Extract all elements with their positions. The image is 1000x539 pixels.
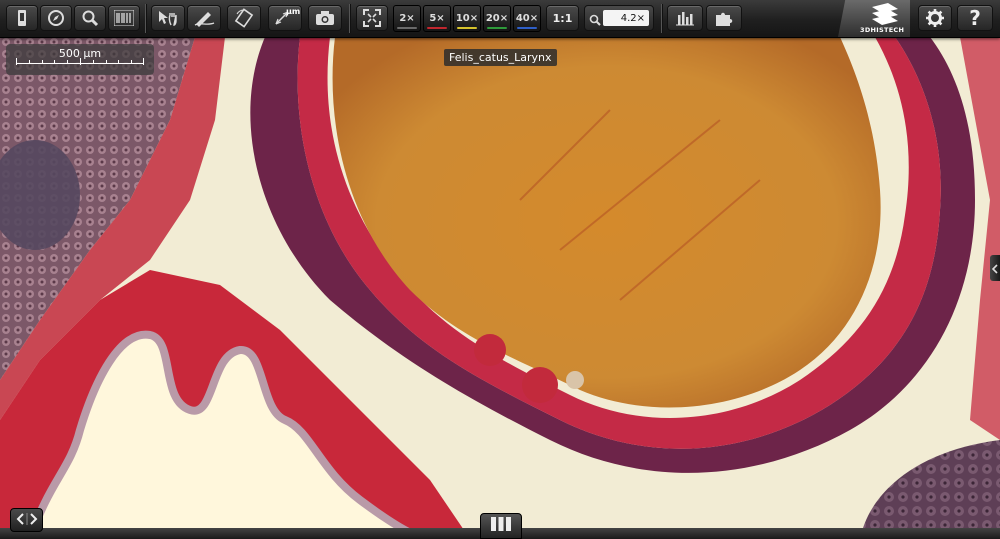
pointer-hand-icon [157,9,179,27]
slide-name-label: Felis_catus_Larynx [444,49,557,66]
zoom-20x-label: 20× [485,13,509,24]
zoom-20x-button[interactable]: 20× [483,5,511,32]
histogram-icon [675,10,695,26]
scale-tick [131,60,133,64]
zoom-40x-stripe [517,27,537,29]
zoom-10x-button[interactable]: 10× [453,5,481,32]
rotate-icon [234,8,254,28]
scale-tick [80,58,81,65]
brand-name: 3DHISTECH [860,26,905,34]
side-panel-toggle[interactable] [990,255,1000,281]
toolbar-separator [661,4,662,33]
zoom-field [584,5,654,31]
zoom-20x-stripe [487,27,507,29]
scale-tick [54,60,56,64]
compass-icon [47,9,65,27]
measure-unit-label: µm [286,7,301,16]
toolbar-separator [349,4,350,33]
scale-tick [92,60,94,64]
magnifier-icon [81,9,99,27]
zoom-input[interactable] [603,10,649,26]
chevron-left-icon [991,259,998,278]
slide-viewer[interactable] [0,0,1000,539]
help-button[interactable]: ? [957,5,993,31]
scale-tick [41,60,43,64]
zoom-magnifier-icon [589,11,601,30]
slide-tray-toggle[interactable] [480,513,522,539]
scale-tick [16,58,17,65]
scale-tick [28,60,30,64]
zoom-1-1-label: 1:1 [552,11,573,25]
annotate-button[interactable] [187,5,221,31]
help-icon: ? [969,6,981,30]
magnifier-button[interactable] [74,5,106,31]
toolbar-separator [145,4,146,33]
zoom-10x-stripe [457,27,477,29]
zoom-40x-button[interactable]: 40× [513,5,541,32]
snapshot-button[interactable] [308,5,342,31]
slides-icon [490,516,512,536]
scale-tick [67,60,69,64]
zoom-40x-label: 40× [515,13,539,24]
puzzle-icon [714,9,734,27]
zoom-5x-stripe [427,27,447,29]
scale-tick [118,60,120,64]
scale-tick [143,58,144,65]
rotate-button[interactable] [227,5,261,31]
zoom-2x-stripe [397,27,417,29]
settings-button[interactable] [918,5,952,31]
scale-bar-line [16,58,144,65]
pen-icon [193,9,215,27]
zoom-2x-label: 2× [399,13,415,24]
main-toolbar: µm 2× 5× 10× 20× 40× 1:1 4.2× 3DHISTECH … [0,0,1000,38]
navigator-button[interactable] [40,5,72,31]
left-right-arrows-icon [16,511,38,530]
zoom-10x-label: 10× [455,13,479,24]
camera-icon [315,10,335,26]
scale-bar: 500 µm [6,44,154,75]
fullscreen-icon [363,9,381,27]
tissue-image [0,0,1000,539]
plugins-button[interactable] [706,5,742,31]
slide-icon [17,9,27,27]
ruler-icon: µm [273,7,301,27]
scale-tick [105,60,107,64]
barcode-button[interactable] [108,5,140,31]
gear-icon [925,8,945,28]
slide-tray-button[interactable] [6,5,38,31]
histogram-button[interactable] [667,5,703,31]
measure-button[interactable]: µm [268,5,302,31]
fullscreen-button[interactable] [356,5,388,31]
barcode-icon [114,10,134,26]
zoom-5x-button[interactable]: 5× [423,5,451,32]
slide-navigation-button[interactable] [10,508,43,532]
zoom-5x-label: 5× [429,13,445,24]
pointer-pan-button[interactable] [151,5,185,31]
zoom-2x-button[interactable]: 2× [393,5,421,32]
3dhistech-logo-icon [872,3,898,25]
zoom-1-1-button[interactable]: 1:1 [546,5,579,31]
brand-logo: 3DHISTECH [838,0,910,37]
